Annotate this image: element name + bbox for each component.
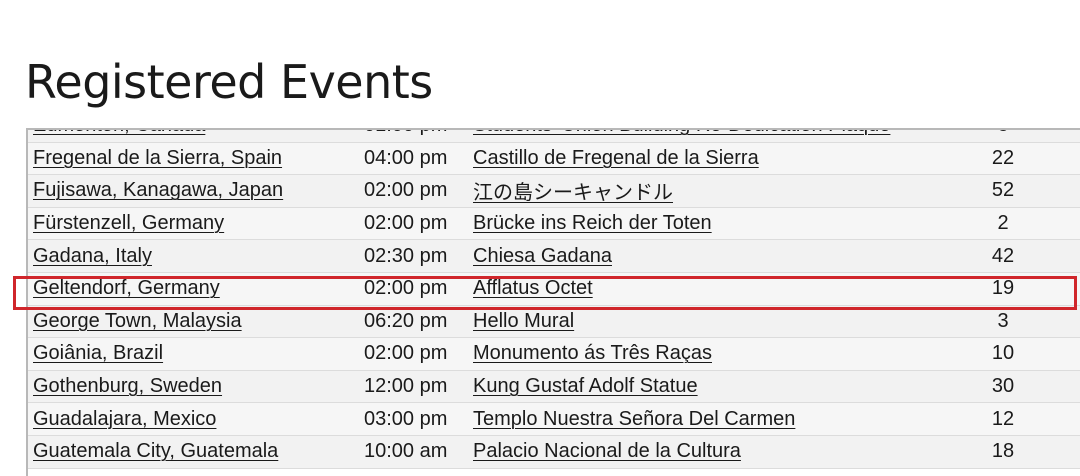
- event-time: 02:00 pm: [364, 212, 448, 235]
- registration-count: 2: [997, 212, 1009, 235]
- table-row: Gadana, Italy 02:30 pm Chiesa Gadana 42: [28, 240, 1080, 273]
- page-title: Registered Events: [25, 55, 433, 109]
- table-row-highlighted: Geltendorf, Germany 02:00 pm Afflatus Oc…: [28, 272, 1080, 306]
- table-row: Fregenal de la Sierra, Spain 04:00 pm Ca…: [28, 142, 1080, 176]
- event-time: 10:00 am: [364, 440, 448, 463]
- city-link[interactable]: Geltendorf, Germany: [33, 277, 220, 300]
- table-row: Fürstenzell, Germany 02:00 pm Brücke ins…: [28, 207, 1080, 241]
- registration-count: 30: [991, 375, 1015, 398]
- event-time: 02:00 pm: [364, 179, 448, 202]
- event-time: 02:00 pm: [364, 342, 448, 365]
- event-name-link[interactable]: Hello Mural: [473, 310, 574, 333]
- registration-count: 18: [991, 440, 1015, 463]
- event-name-link[interactable]: Chiesa Gadana: [473, 245, 612, 268]
- event-time: 01:00 pm: [364, 130, 447, 137]
- city-link[interactable]: Gadana, Italy: [33, 245, 152, 268]
- event-name-link[interactable]: Templo Nuestra Señora Del Carmen: [473, 408, 795, 431]
- event-name-link[interactable]: Monumento ás Três Raças: [473, 342, 712, 365]
- event-time: 02:30 pm: [364, 244, 448, 267]
- registration-count: 22: [991, 146, 1015, 169]
- table-row: Fujisawa, Kanagawa, Japan 02:00 pm 江の島シー…: [28, 175, 1080, 208]
- event-time: 12:00 pm: [364, 375, 448, 398]
- city-link[interactable]: Guadalajara, Mexico: [33, 408, 216, 431]
- event-name-link[interactable]: Brücke ins Reich der Toten: [473, 212, 712, 235]
- city-link[interactable]: Goiânia, Brazil: [33, 342, 163, 365]
- table-row: Goiânia, Brazil 02:00 pm Monumento ás Tr…: [28, 338, 1080, 371]
- event-time: 02:00 pm: [364, 277, 448, 300]
- event-time: 04:00 pm: [364, 146, 448, 169]
- events-table[interactable]: Edmonton, Canada 01:00 pm Students' Unio…: [26, 128, 1080, 476]
- city-link[interactable]: Fregenal de la Sierra, Spain: [33, 147, 282, 170]
- city-link[interactable]: Fujisawa, Kanagawa, Japan: [33, 179, 283, 202]
- event-time: 03:00 pm: [364, 407, 448, 430]
- table-row: Gothenburg, Sweden 12:00 pm Kung Gustaf …: [28, 370, 1080, 404]
- table-row: George Town, Malaysia 06:20 pm Hello Mur…: [28, 305, 1080, 339]
- registration-count: 10: [991, 342, 1015, 365]
- registration-count: 52: [991, 179, 1015, 202]
- event-name-link[interactable]: Kung Gustaf Adolf Statue: [473, 375, 698, 398]
- city-link[interactable]: Fürstenzell, Germany: [33, 212, 224, 235]
- registration-count: 42: [991, 244, 1015, 267]
- event-time: 06:20 pm: [364, 309, 448, 332]
- registration-count: 12: [991, 407, 1015, 430]
- event-name-link[interactable]: 江の島シーキャンドル: [473, 176, 673, 205]
- city-link[interactable]: Edmonton, Canada: [33, 130, 205, 137]
- registration-count: 19: [991, 277, 1015, 300]
- city-link[interactable]: Gothenburg, Sweden: [33, 375, 222, 398]
- event-name-link[interactable]: Afflatus Octet: [473, 277, 593, 300]
- city-link[interactable]: George Town, Malaysia: [33, 310, 242, 333]
- registration-count: 8: [997, 130, 1008, 137]
- table-row: Edmonton, Canada 01:00 pm Students' Unio…: [28, 130, 1080, 143]
- table-row: Guadalajara, Mexico 03:00 pm Templo Nues…: [28, 403, 1080, 436]
- event-name-link[interactable]: Palacio Nacional de la Cultura: [473, 440, 741, 463]
- city-link[interactable]: Guatemala City, Guatemala: [33, 440, 278, 463]
- event-name-link[interactable]: Castillo de Fregenal de la Sierra: [473, 147, 759, 170]
- event-name-link[interactable]: Students' Union Building Re-Dedication P…: [473, 130, 890, 137]
- table-row: Guatemala City, Guatemala 10:00 am Palac…: [28, 435, 1080, 469]
- registration-count: 3: [997, 309, 1009, 332]
- events-table-rows: Edmonton, Canada 01:00 pm Students' Unio…: [28, 130, 1080, 469]
